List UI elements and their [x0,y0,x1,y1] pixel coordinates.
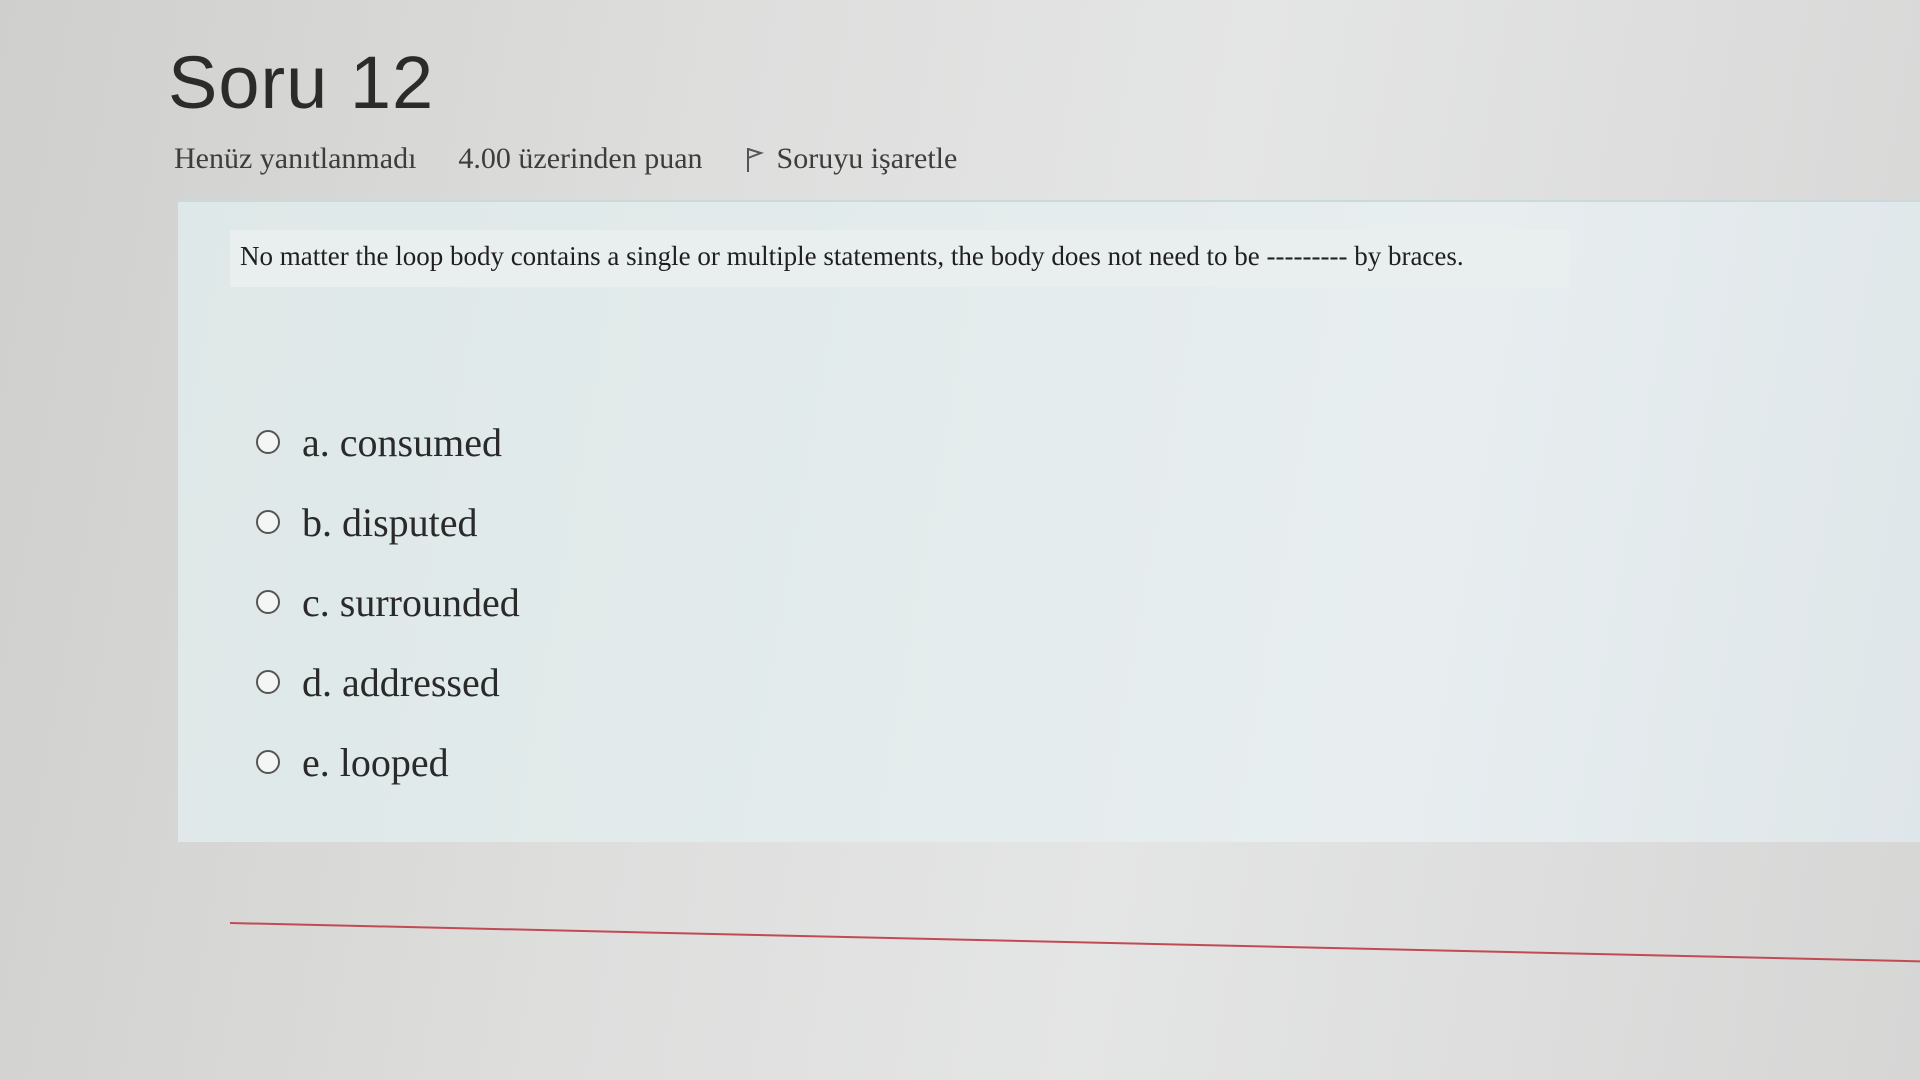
answer-label: b. disputed [302,499,478,545]
flag-question-button[interactable]: Soruyu işaretle [745,142,958,176]
answer-option-d[interactable]: d. addressed [256,642,520,722]
question-card: No matter the loop body contains a singl… [178,200,1920,842]
radio-button[interactable] [256,670,280,694]
answer-label: d. addressed [302,659,500,705]
answer-label: e. looped [302,739,449,785]
answer-option-c[interactable]: c. surrounded [256,562,520,642]
answer-option-a[interactable]: a. consumed [256,402,520,482]
radio-button[interactable] [256,750,280,774]
answer-label: c. surrounded [302,579,520,625]
radio-button[interactable] [256,510,280,534]
radio-button[interactable] [256,590,280,614]
flag-icon [745,146,765,172]
answer-option-e[interactable]: e. looped [256,722,520,802]
answer-label: a. consumed [302,419,502,465]
question-title: Soru 12 [168,41,435,124]
answer-list: a. consumed b. disputed c. surrounded d.… [256,402,520,802]
question-points: 4.00 üzerinden puan [458,142,703,175]
flag-question-label: Soruyu işaretle [776,142,958,175]
question-text: No matter the loop body contains a singl… [230,230,1570,287]
answer-option-b[interactable]: b. disputed [256,482,520,562]
radio-button[interactable] [256,430,280,454]
quiz-page: Soru 12 Henüz yanıtlanmadı 4.00 üzerinde… [0,0,1920,1080]
question-status: Henüz yanıtlanmadı [174,142,417,175]
section-divider [229,922,1920,963]
question-info: Henüz yanıtlanmadı 4.00 üzerinden puan S… [174,142,957,176]
